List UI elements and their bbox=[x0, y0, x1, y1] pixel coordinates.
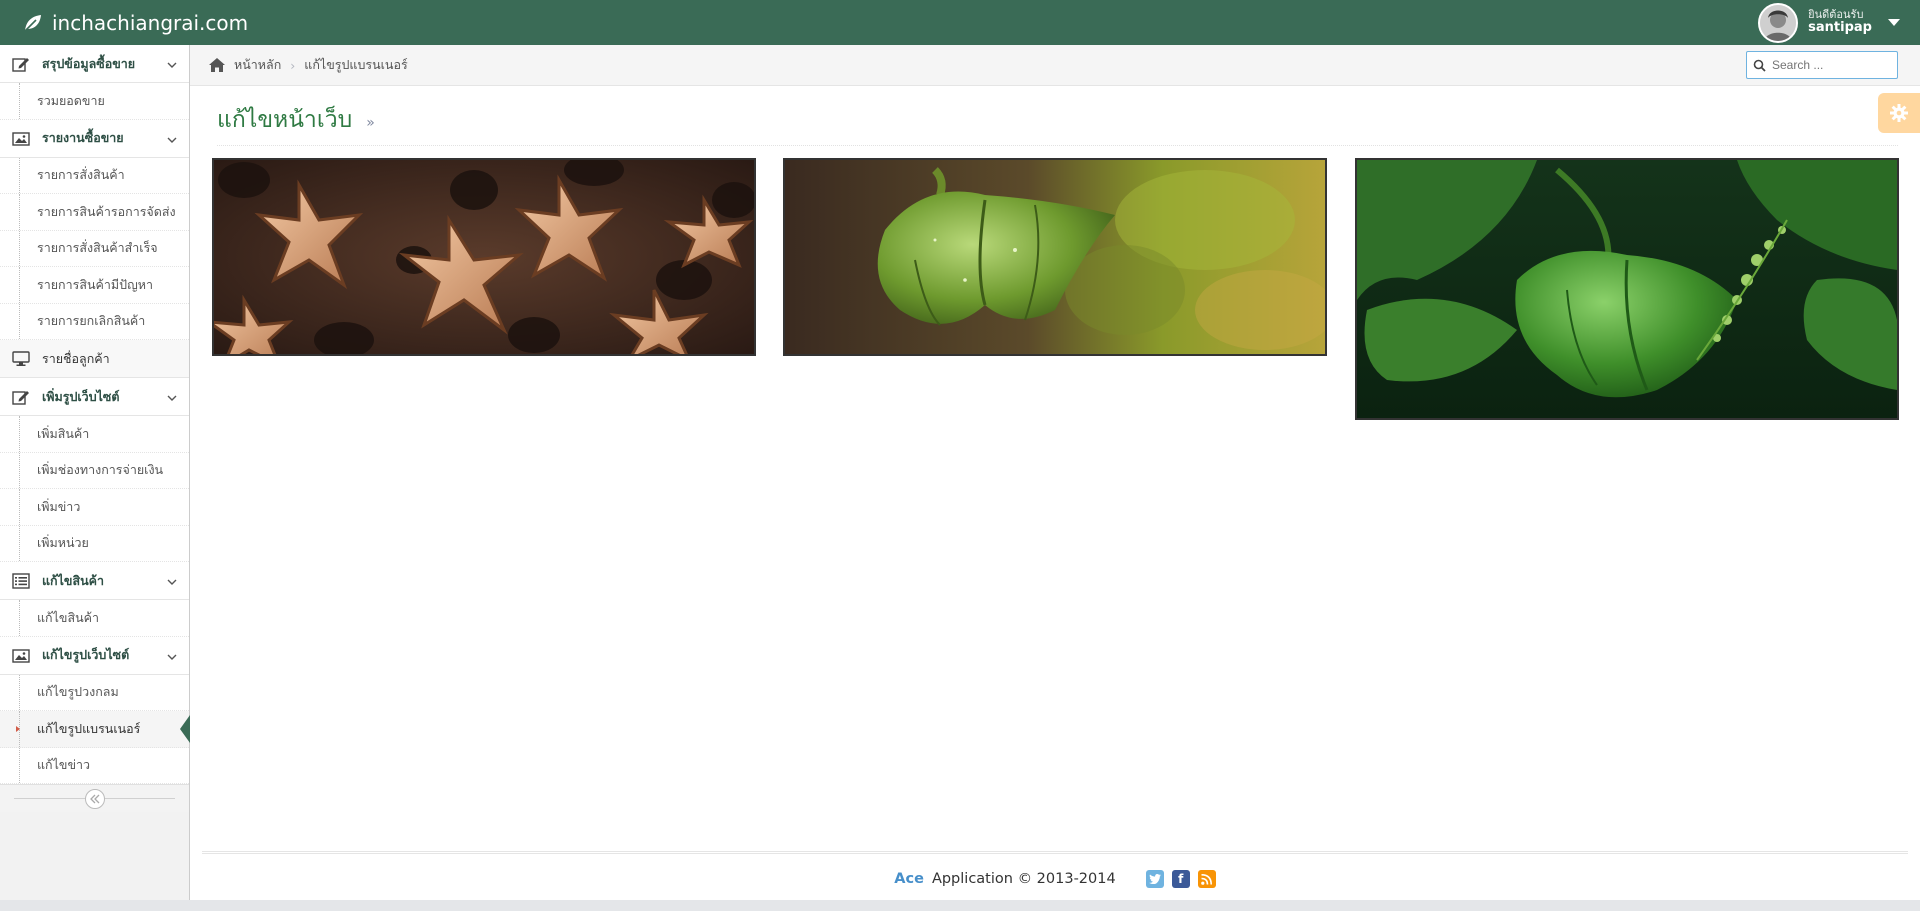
sidebar-item-label: รายการสั่งสินค้า bbox=[37, 167, 125, 183]
sidebar-item-edit-news[interactable]: แก้ไขข่าว bbox=[0, 747, 189, 784]
sidebar-group-sales-report[interactable]: รายงานซื้อขาย bbox=[0, 119, 189, 158]
sidebar-item-completed-orders[interactable]: รายการสั่งสินค้าสำเร็จ bbox=[0, 230, 189, 267]
edit-icon bbox=[12, 56, 30, 72]
double-chevron-left-icon bbox=[90, 794, 100, 804]
desktop-icon bbox=[12, 351, 30, 367]
chevron-down-icon bbox=[167, 133, 177, 143]
chevron-down-icon bbox=[167, 58, 177, 68]
sidebar-group-sales-summary[interactable]: สรุปข้อมูลซื้อขาย bbox=[0, 45, 189, 83]
sidebar-group-label: รายงานซื้อขาย bbox=[42, 130, 124, 145]
breadcrumb-separator-icon: › bbox=[290, 57, 296, 73]
sidebar-collapse-bar bbox=[0, 784, 189, 812]
sidebar-item-label: เพิ่มสินค้า bbox=[37, 425, 90, 441]
chevron-down-icon bbox=[167, 650, 177, 660]
sidebar-item-orders[interactable]: รายการสั่งสินค้า bbox=[0, 157, 189, 194]
chevron-down-icon bbox=[167, 391, 177, 401]
sidebar-item-label: รวมยอดขาย bbox=[37, 92, 105, 108]
sidebar-item-add-news[interactable]: เพิ่มข่าว bbox=[0, 489, 189, 526]
home-icon[interactable] bbox=[208, 57, 226, 73]
footer-divider bbox=[202, 851, 1908, 854]
sidebar-item-add-unit[interactable]: เพิ่มหน่วย bbox=[0, 525, 189, 562]
sidebar-item-label: รายการยกเลิกสินค้า bbox=[37, 313, 146, 329]
page-header: แก้ไขหน้าเว็บ » bbox=[217, 102, 1898, 146]
username: santipap bbox=[1808, 20, 1872, 36]
welcome-text: ยินดีต้อนรับ bbox=[1808, 7, 1864, 21]
sidebar-group-edit-website-images[interactable]: แก้ไขรูปเว็บไซต์ bbox=[0, 636, 189, 675]
sidebar-group-label: เพิ่มรูปเว็บไซต์ bbox=[42, 388, 120, 404]
sidebar-item-edit-banner-images[interactable]: แก้ไขรูปแบรนเนอร์ bbox=[0, 711, 190, 748]
sidebar-item-cancelled-orders[interactable]: รายการยกเลิกสินค้า bbox=[0, 303, 189, 340]
settings-button[interactable] bbox=[1878, 93, 1920, 133]
sidebar-item-problem-items[interactable]: รายการสินค้ามีปัญหา bbox=[0, 267, 189, 304]
edit-icon bbox=[12, 389, 30, 405]
sidebar-item-label: แก้ไขรูปวงกลม bbox=[37, 684, 119, 700]
sidebar-item-add-product[interactable]: เพิ่มสินค้า bbox=[0, 416, 189, 453]
sidebar-item-label: รายการสินค้ารอการจัดส่ง bbox=[37, 203, 176, 219]
sidebar-group-edit-products[interactable]: แก้ไขสินค้า bbox=[0, 562, 189, 600]
sidebar-group-label: รายชื่อลูกค้า bbox=[42, 350, 110, 366]
search-box[interactable] bbox=[1746, 51, 1898, 79]
caret-down-icon[interactable] bbox=[1888, 19, 1900, 26]
page-title: แก้ไขหน้าเว็บ bbox=[217, 107, 353, 133]
active-marker-icon bbox=[16, 726, 20, 732]
sidebar-item-edit-product[interactable]: แก้ไขสินค้า bbox=[0, 600, 189, 637]
sidebar-item-customers[interactable]: รายชื่อลูกค้า bbox=[0, 340, 189, 378]
twitter-icon[interactable] bbox=[1145, 870, 1164, 888]
main-content: หน้าหลัก › แก้ไขรูปแบรนเนอร์ แก้ไขหน้าเว… bbox=[190, 45, 1920, 911]
sacha-inchi-seeds-banner[interactable] bbox=[212, 158, 756, 356]
gear-icon bbox=[1890, 104, 1908, 122]
navbar: inchachiangrai.com ยินดีต้อนรับ santipap bbox=[0, 0, 1920, 45]
green-pod-banner[interactable] bbox=[783, 158, 1327, 356]
sidebar-group-label: แก้ไขรูปเว็บไซต์ bbox=[42, 647, 130, 662]
avatar[interactable] bbox=[1758, 2, 1799, 43]
footer-brand: Ace bbox=[894, 871, 924, 887]
green-fruit-leaves-banner[interactable] bbox=[1355, 158, 1899, 420]
chevron-down-icon bbox=[167, 575, 177, 585]
sidebar-group-label: แก้ไขสินค้า bbox=[42, 572, 105, 588]
brand[interactable]: inchachiangrai.com bbox=[22, 0, 248, 45]
breadcrumb-home-link[interactable]: หน้าหลัก bbox=[234, 55, 281, 75]
leaf-icon bbox=[22, 12, 44, 34]
sidebar-item-label: รายการสินค้ามีปัญหา bbox=[37, 276, 153, 292]
picture-icon bbox=[12, 648, 30, 664]
sidebar-item-label: เพิ่มข่าว bbox=[37, 498, 81, 514]
active-pointer bbox=[180, 715, 190, 743]
sidebar-item-label: รายการสั่งสินค้าสำเร็จ bbox=[37, 240, 158, 256]
sidebar-menu: สรุปข้อมูลซื้อขาย รวมยอดขาย รายงานซื้อขา… bbox=[0, 45, 190, 784]
list-icon bbox=[12, 573, 30, 589]
user-menu[interactable]: ยินดีต้อนรับ santipap bbox=[1758, 0, 1900, 45]
sidebar-item-edit-circle-images[interactable]: แก้ไขรูปวงกลม bbox=[0, 674, 189, 711]
sidebar-item-label: เพิ่มหน่วย bbox=[37, 535, 89, 551]
search-icon bbox=[1753, 59, 1766, 72]
sidebar-item-pending-shipment[interactable]: รายการสินค้ารอการจัดส่ง bbox=[0, 194, 189, 231]
page-title-suffix: » bbox=[366, 115, 375, 131]
sidebar-item-label: แก้ไขรูปแบรนเนอร์ bbox=[37, 720, 141, 736]
rss-icon[interactable] bbox=[1197, 870, 1216, 888]
sidebar-item-label: แก้ไขสินค้า bbox=[37, 609, 100, 625]
sidebar-item-total-sales[interactable]: รวมยอดขาย bbox=[0, 83, 189, 120]
footer-text: Application © 2013-2014 bbox=[931, 871, 1116, 887]
sidebar-item-add-payment-method[interactable]: เพิ่มช่องทางการจ่ายเงิน bbox=[0, 452, 189, 489]
sidebar-group-add-website-images[interactable]: เพิ่มรูปเว็บไซต์ bbox=[0, 378, 189, 416]
search-input[interactable] bbox=[1772, 58, 1887, 72]
facebook-icon[interactable]: f bbox=[1171, 870, 1190, 888]
footer: Ace Application © 2013-2014 f bbox=[190, 867, 1920, 891]
brand-name: inchachiangrai.com bbox=[52, 10, 249, 35]
social-links: f bbox=[1145, 870, 1216, 888]
picture-icon bbox=[12, 131, 30, 147]
sidebar-item-label: แก้ไขข่าว bbox=[37, 757, 91, 773]
sidebar: สรุปข้อมูลซื้อขาย รวมยอดขาย รายงานซื้อขา… bbox=[0, 45, 190, 911]
sidebar-group-label: สรุปข้อมูลซื้อขาย bbox=[42, 55, 136, 71]
breadcrumb-current: แก้ไขรูปแบรนเนอร์ bbox=[304, 57, 408, 72]
collapse-sidebar-button[interactable] bbox=[85, 789, 105, 809]
window-bottom-strip bbox=[0, 900, 1920, 911]
sidebar-item-label: เพิ่มช่องทางการจ่ายเงิน bbox=[37, 462, 164, 478]
breadcrumb: หน้าหลัก › แก้ไขรูปแบรนเนอร์ bbox=[190, 45, 1920, 86]
